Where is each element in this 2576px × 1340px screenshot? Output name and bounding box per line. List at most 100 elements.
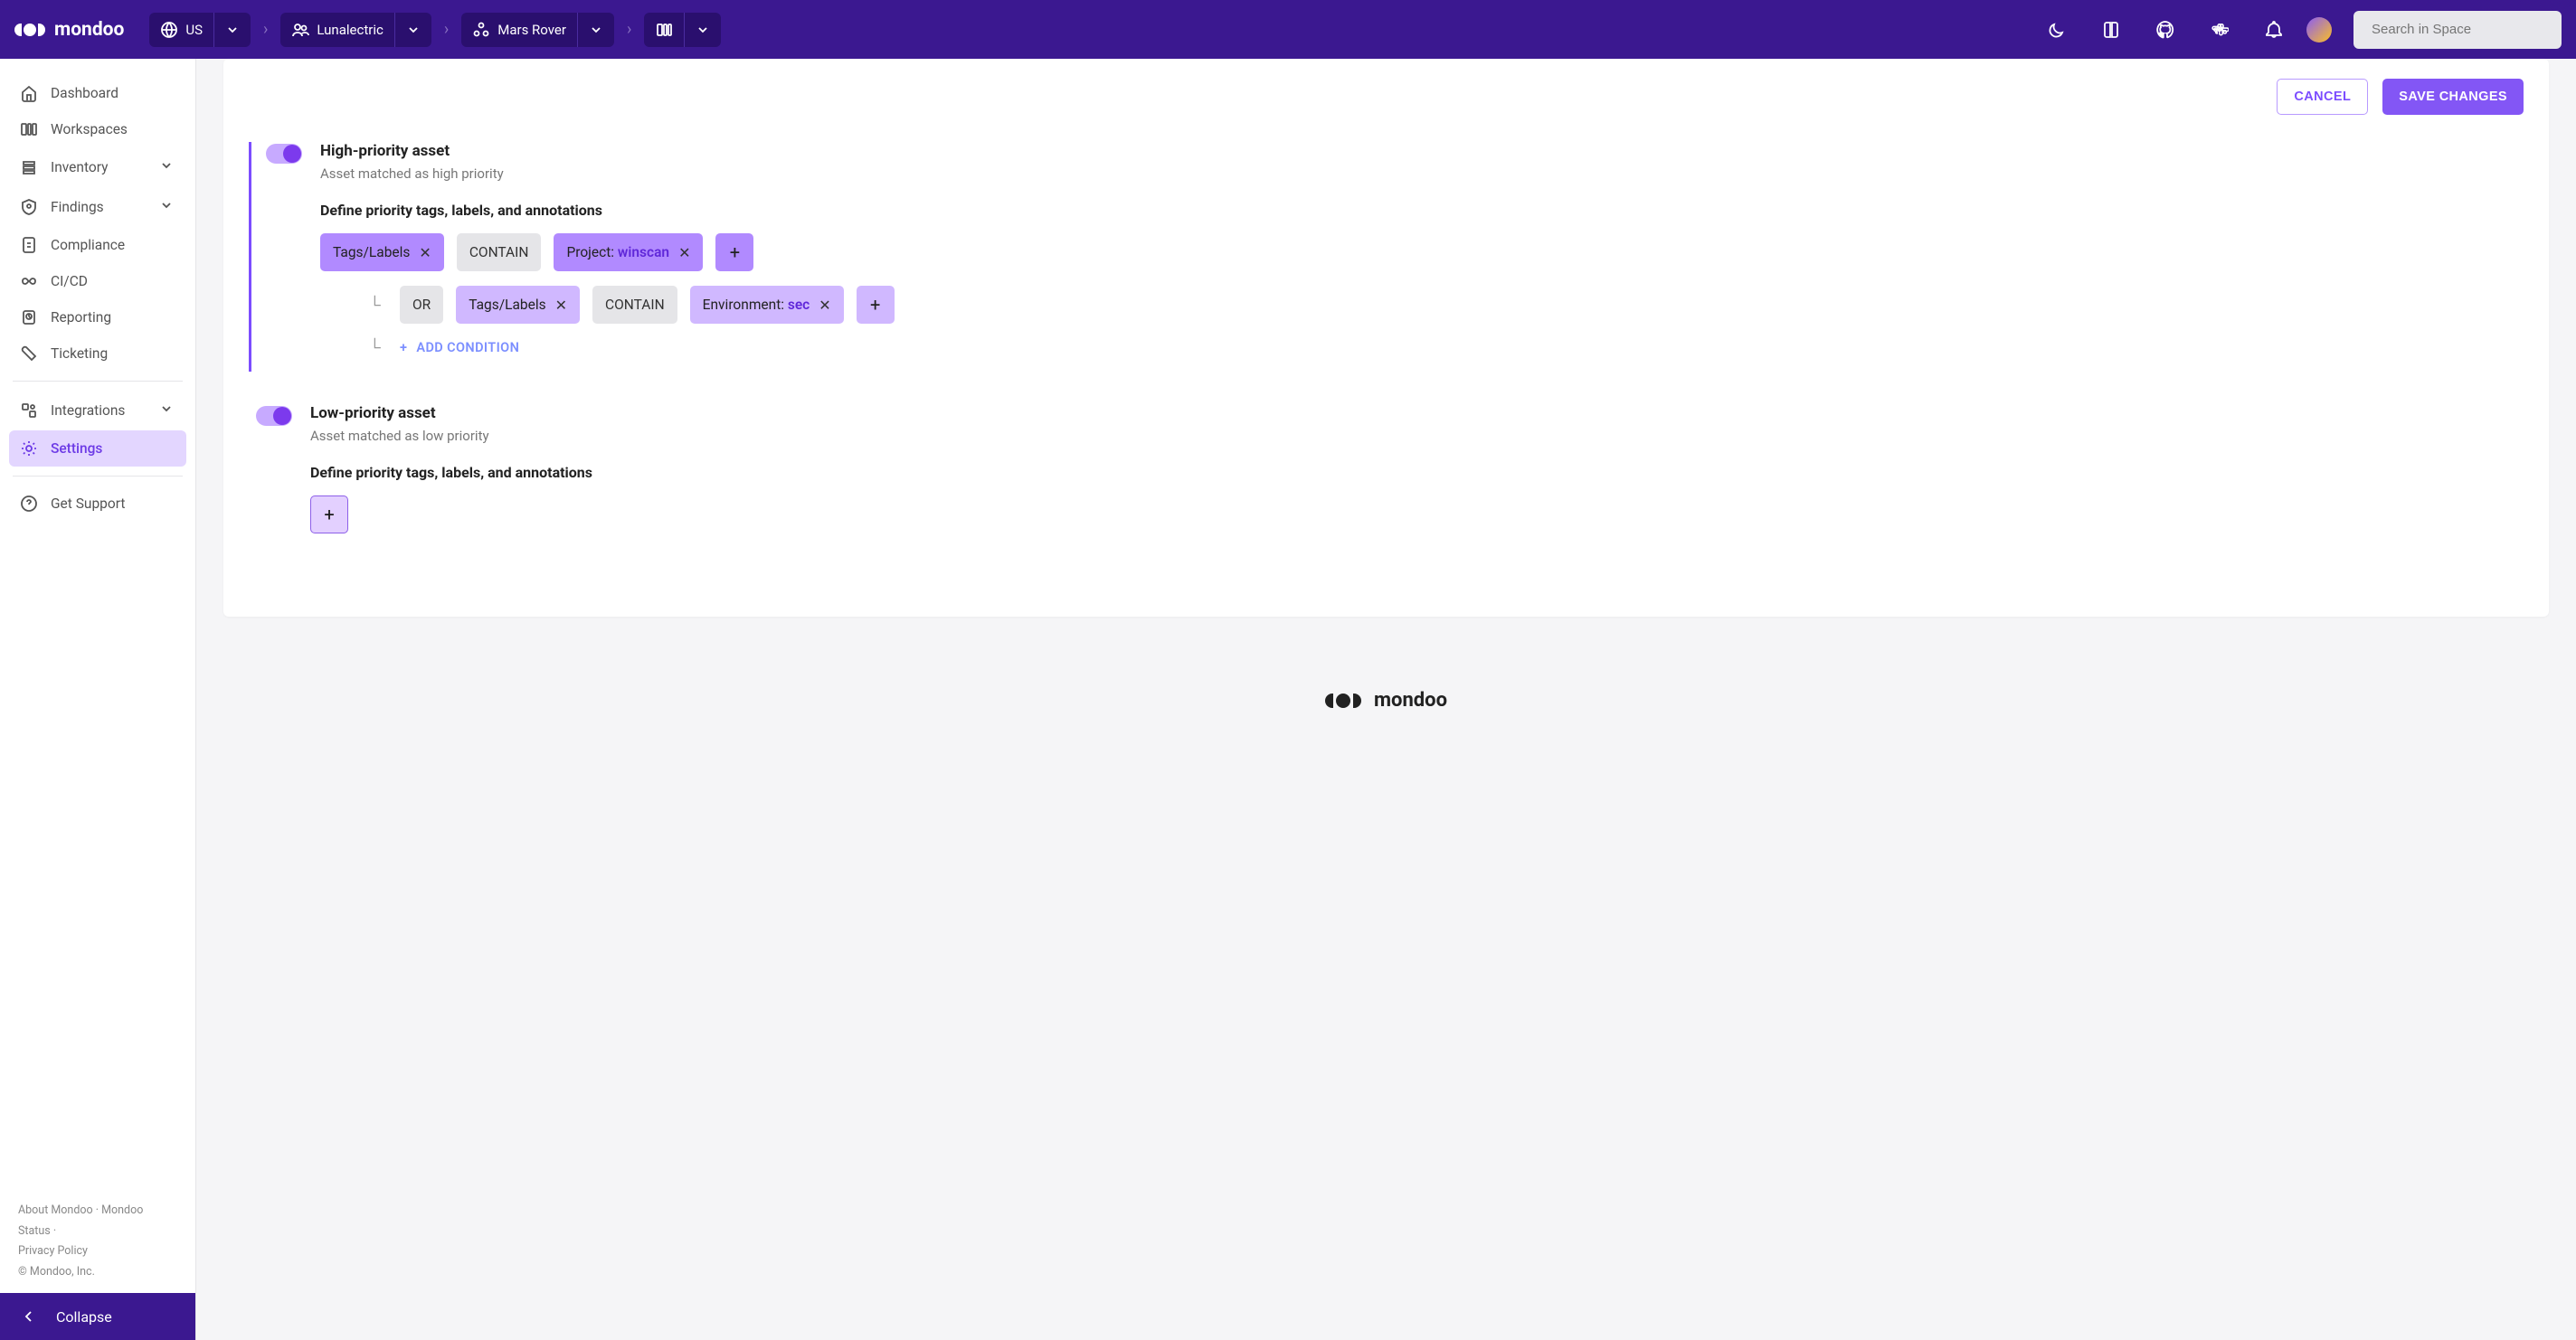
workspace-icon — [655, 21, 673, 39]
add-value-button[interactable]: + — [857, 286, 895, 324]
brand-logo[interactable]: mondoo — [14, 19, 124, 41]
settings-card: CANCEL SAVE CHANGES High-priority asset … — [223, 59, 2549, 617]
slack-link[interactable] — [2207, 17, 2232, 42]
indent-icon: └ — [369, 296, 387, 315]
docs-link[interactable] — [2098, 17, 2124, 42]
remove-icon[interactable]: ✕ — [555, 297, 567, 314]
chevron-down-icon — [694, 21, 712, 39]
github-icon — [2156, 21, 2174, 39]
add-condition-button[interactable]: + ADD CONDITION — [400, 340, 519, 355]
low-priority-heading: Define priority tags, labels, and annota… — [310, 464, 2524, 481]
footer-privacy[interactable]: Privacy Policy — [18, 1244, 88, 1258]
add-condition-row: └ + ADD CONDITION — [369, 338, 2524, 357]
collapse-button[interactable]: Collapse — [0, 1293, 195, 1340]
save-button[interactable]: SAVE CHANGES — [2382, 79, 2524, 115]
remove-icon[interactable]: ✕ — [819, 297, 830, 314]
infinity-icon — [20, 272, 38, 290]
region-dropdown[interactable] — [213, 13, 251, 47]
remove-icon[interactable]: ✕ — [419, 244, 431, 261]
nav-cicd[interactable]: CI/CD — [9, 263, 186, 299]
nav-reporting[interactable]: Reporting — [9, 299, 186, 335]
field-chip[interactable]: Tags/Labels✕ — [320, 233, 444, 271]
space-dropdown[interactable] — [577, 13, 614, 47]
help-icon — [20, 495, 38, 513]
chevron-down-icon — [223, 21, 242, 39]
book-icon — [2102, 21, 2120, 39]
search-input[interactable] — [2372, 22, 2552, 37]
cancel-button[interactable]: CANCEL — [2277, 79, 2368, 115]
nav-divider — [13, 381, 183, 382]
high-priority-subtitle: Asset matched as high priority — [320, 165, 2524, 182]
github-link[interactable] — [2153, 17, 2178, 42]
chevron-down-icon — [404, 21, 422, 39]
indent-icon: └ — [369, 338, 387, 357]
value-chip[interactable]: Environment: sec✕ — [690, 286, 844, 324]
gear-icon — [20, 439, 38, 458]
condition-row-1: Tags/Labels✕ CONTAIN Project: winscan✕ + — [320, 233, 2524, 271]
nav-findings[interactable]: Findings — [9, 187, 186, 227]
high-priority-toggle[interactable] — [266, 144, 302, 164]
chevron-down-icon — [157, 400, 175, 418]
moon-icon — [2048, 21, 2066, 39]
space-label: Mars Rover — [497, 22, 566, 38]
main-content: CANCEL SAVE CHANGES High-priority asset … — [196, 59, 2576, 1340]
add-value-button[interactable]: + — [715, 233, 753, 271]
breadcrumb-space[interactable]: Mars Rover — [461, 13, 614, 47]
nav-support[interactable]: Get Support — [9, 486, 186, 522]
low-priority-title: Low-priority asset — [310, 404, 2524, 422]
workspaces-icon — [20, 120, 38, 138]
nav-integrations[interactable]: Integrations — [9, 391, 186, 430]
people-icon — [291, 21, 309, 39]
high-priority-section: High-priority asset Asset matched as hig… — [249, 142, 2524, 372]
add-condition-button[interactable]: + — [310, 495, 348, 533]
app-header: mondoo US › Lunalectric › Mars Rover › — [0, 0, 2576, 59]
notifications[interactable] — [2261, 17, 2287, 42]
nav-compliance[interactable]: Compliance — [9, 227, 186, 263]
chevron-down-icon — [587, 21, 605, 39]
ticket-icon — [20, 344, 38, 363]
breadcrumb-workspace[interactable] — [644, 13, 721, 47]
globe-icon — [160, 21, 178, 39]
breadcrumb-org[interactable]: Lunalectric — [280, 13, 431, 47]
compliance-icon — [20, 236, 38, 254]
report-icon — [20, 308, 38, 326]
theme-toggle[interactable] — [2044, 17, 2069, 42]
shield-icon — [20, 198, 38, 216]
nav-inventory[interactable]: Inventory — [9, 147, 186, 187]
high-priority-title: High-priority asset — [320, 142, 2524, 160]
nav-divider — [13, 476, 183, 477]
sidebar-footer: About Mondoo · Mondoo Status · Privacy P… — [0, 1190, 195, 1293]
footer-brand: mondoo — [223, 689, 2549, 712]
brand-name: mondoo — [54, 19, 124, 41]
low-priority-subtitle: Asset matched as low priority — [310, 428, 2524, 444]
breadcrumb-separator: › — [625, 20, 633, 39]
low-priority-toggle[interactable] — [256, 406, 292, 426]
breadcrumb-separator: › — [442, 20, 450, 39]
nav-settings[interactable]: Settings — [9, 430, 186, 467]
user-avatar[interactable] — [2306, 17, 2332, 42]
chevron-down-icon — [157, 156, 175, 175]
nodes-icon — [472, 21, 490, 39]
chevron-left-icon — [20, 1307, 38, 1326]
breadcrumb-region[interactable]: US — [149, 13, 251, 47]
operator-chip[interactable]: CONTAIN — [592, 286, 677, 324]
remove-icon[interactable]: ✕ — [678, 244, 690, 261]
logo-icon — [1325, 694, 1361, 708]
low-priority-section: Low-priority asset Asset matched as low … — [249, 404, 2524, 548]
nav-ticketing[interactable]: Ticketing — [9, 335, 186, 372]
org-dropdown[interactable] — [394, 13, 431, 47]
field-chip[interactable]: Tags/Labels✕ — [456, 286, 580, 324]
nav-dashboard[interactable]: Dashboard — [9, 75, 186, 111]
search-box[interactable] — [2353, 11, 2562, 49]
nav-workspaces[interactable]: Workspaces — [9, 111, 186, 147]
value-chip[interactable]: Project: winscan✕ — [554, 233, 703, 271]
operator-chip[interactable]: CONTAIN — [457, 233, 542, 271]
condition-row-2: └ OR Tags/Labels✕ CONTAIN Environment: s… — [369, 286, 2524, 324]
footer-about[interactable]: About Mondoo — [18, 1203, 93, 1217]
home-icon — [20, 84, 38, 102]
plus-icon: + — [400, 340, 407, 355]
high-priority-heading: Define priority tags, labels, and annota… — [320, 202, 2524, 219]
workspace-dropdown[interactable] — [684, 13, 721, 47]
join-chip[interactable]: OR — [400, 286, 443, 324]
logo-icon — [14, 24, 45, 36]
